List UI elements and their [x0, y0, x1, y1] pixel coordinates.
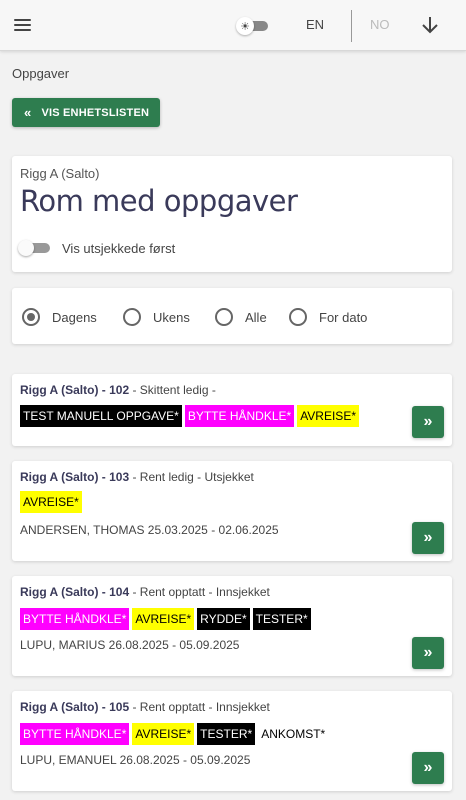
- radio-button[interactable]: [215, 308, 233, 326]
- room-card: Rigg A (Salto) - 102 - Skittent ledig - …: [12, 374, 452, 446]
- show-checked-out-first-toggle[interactable]: [18, 240, 52, 256]
- room-status: - Rent ledig - Utsjekket: [129, 470, 254, 484]
- task-tag: AVREISE*: [20, 491, 82, 513]
- room-name: Rigg A (Salto) - 102: [20, 383, 130, 397]
- header-divider: [351, 10, 352, 42]
- task-tag: AVREISE*: [297, 405, 359, 427]
- menu-icon[interactable]: [12, 14, 34, 36]
- double-chevron-right-icon: »: [423, 413, 433, 430]
- task-tags: TEST MANUELL OPPGAVE* BYTTE HÅNDKLE* AVR…: [20, 405, 359, 427]
- room-title: Rigg A (Salto) - 103 - Rent ledig - Utsj…: [20, 470, 254, 484]
- room-status: - Rent opptatt - Innsjekket: [129, 700, 270, 714]
- open-room-button[interactable]: »: [412, 406, 444, 438]
- task-tag: AVREISE*: [132, 723, 195, 745]
- title-card: Rigg A (Salto) Rom med oppgaver Vis utsj…: [12, 156, 452, 272]
- filter-card: Dagens Ukens Alle For dato: [12, 288, 452, 344]
- room-name: Rigg A (Salto) - 105: [20, 700, 130, 714]
- task-tag: RYDDE*: [197, 608, 250, 630]
- task-tags: BYTTE HÅNDKLE* AVREISE* TESTER* ANKOMST*: [20, 723, 328, 745]
- filter-radio-for-dato[interactable]: For dato: [289, 307, 367, 327]
- guest-info: LUPU, EMANUEL 26.08.2025 - 05.09.2025: [20, 753, 251, 767]
- open-room-button[interactable]: »: [412, 752, 444, 784]
- radio-label: For dato: [319, 309, 368, 325]
- radio-button[interactable]: [289, 308, 307, 326]
- room-card: Rigg A (Salto) - 103 - Rent ledig - Utsj…: [12, 461, 452, 561]
- filter-radio-alle[interactable]: Alle: [215, 307, 267, 327]
- open-room-button[interactable]: »: [412, 637, 444, 669]
- room-title: Rigg A (Salto) - 105 - Rent opptatt - In…: [20, 700, 270, 714]
- task-tag: ANKOMST*: [261, 727, 326, 741]
- double-chevron-left-icon: «: [24, 105, 32, 120]
- show-unit-list-button[interactable]: « VIS ENHETSLISTEN: [12, 98, 160, 127]
- room-status: - Skittent ledig -: [129, 383, 216, 397]
- radio-button[interactable]: [123, 308, 141, 326]
- arrow-down-icon[interactable]: [418, 12, 442, 38]
- task-tag: BYTTE HÅNDKLE*: [20, 608, 130, 630]
- sun-icon: ☀: [236, 17, 254, 35]
- page-title: Rom med oppgaver: [20, 184, 298, 218]
- show-unit-list-label: VIS ENHETSLISTEN: [41, 106, 150, 119]
- filter-radio-dagens[interactable]: Dagens: [22, 307, 97, 327]
- double-chevron-right-icon: »: [423, 759, 433, 776]
- room-title: Rigg A (Salto) - 104 - Rent opptatt - In…: [20, 585, 270, 599]
- task-tag: AVREISE*: [132, 608, 195, 630]
- room-status: - Rent opptatt - Innsjekket: [129, 585, 270, 599]
- language-en-button[interactable]: EN: [306, 17, 324, 32]
- room-title: Rigg A (Salto) - 102 - Skittent ledig -: [20, 383, 216, 397]
- task-tag: TESTER*: [197, 723, 256, 745]
- guest-info: LUPU, MARIUS 26.08.2025 - 05.09.2025: [20, 638, 240, 652]
- language-no-button[interactable]: NO: [370, 17, 390, 32]
- location-subtitle: Rigg A (Salto): [20, 166, 100, 181]
- task-tag: TEST MANUELL OPPGAVE*: [20, 405, 182, 427]
- task-tag: BYTTE HÅNDKLE*: [184, 405, 295, 427]
- radio-button[interactable]: [22, 308, 40, 326]
- toggle-knob: [18, 240, 34, 256]
- task-tags: AVREISE*: [20, 491, 82, 513]
- task-tag: BYTTE HÅNDKLE*: [20, 723, 130, 745]
- radio-label: Ukens: [153, 309, 190, 325]
- show-checked-out-first-label: Vis utsjekkede først: [62, 241, 176, 256]
- guest-info: ANDERSEN, THOMAS 25.03.2025 - 02.06.2025: [20, 523, 279, 537]
- top-app-bar: ☀ EN NO: [0, 0, 466, 51]
- open-room-button[interactable]: »: [412, 522, 444, 554]
- theme-toggle[interactable]: ☀: [234, 15, 272, 37]
- radio-label: Alle: [245, 309, 267, 325]
- filter-radio-ukens[interactable]: Ukens: [123, 307, 190, 327]
- task-tags: BYTTE HÅNDKLE* AVREISE* RYDDE* TESTER*: [20, 608, 311, 630]
- breadcrumb[interactable]: Oppgaver: [12, 66, 69, 81]
- task-tag: TESTER*: [252, 608, 311, 630]
- double-chevron-right-icon: »: [423, 644, 433, 661]
- radio-label: Dagens: [52, 309, 97, 325]
- room-name: Rigg A (Salto) - 104: [20, 585, 130, 599]
- room-name: Rigg A (Salto) - 103: [20, 470, 130, 484]
- room-card: Rigg A (Salto) - 104 - Rent opptatt - In…: [12, 576, 452, 676]
- room-card: Rigg A (Salto) - 105 - Rent opptatt - In…: [12, 691, 452, 791]
- double-chevron-right-icon: »: [423, 529, 433, 546]
